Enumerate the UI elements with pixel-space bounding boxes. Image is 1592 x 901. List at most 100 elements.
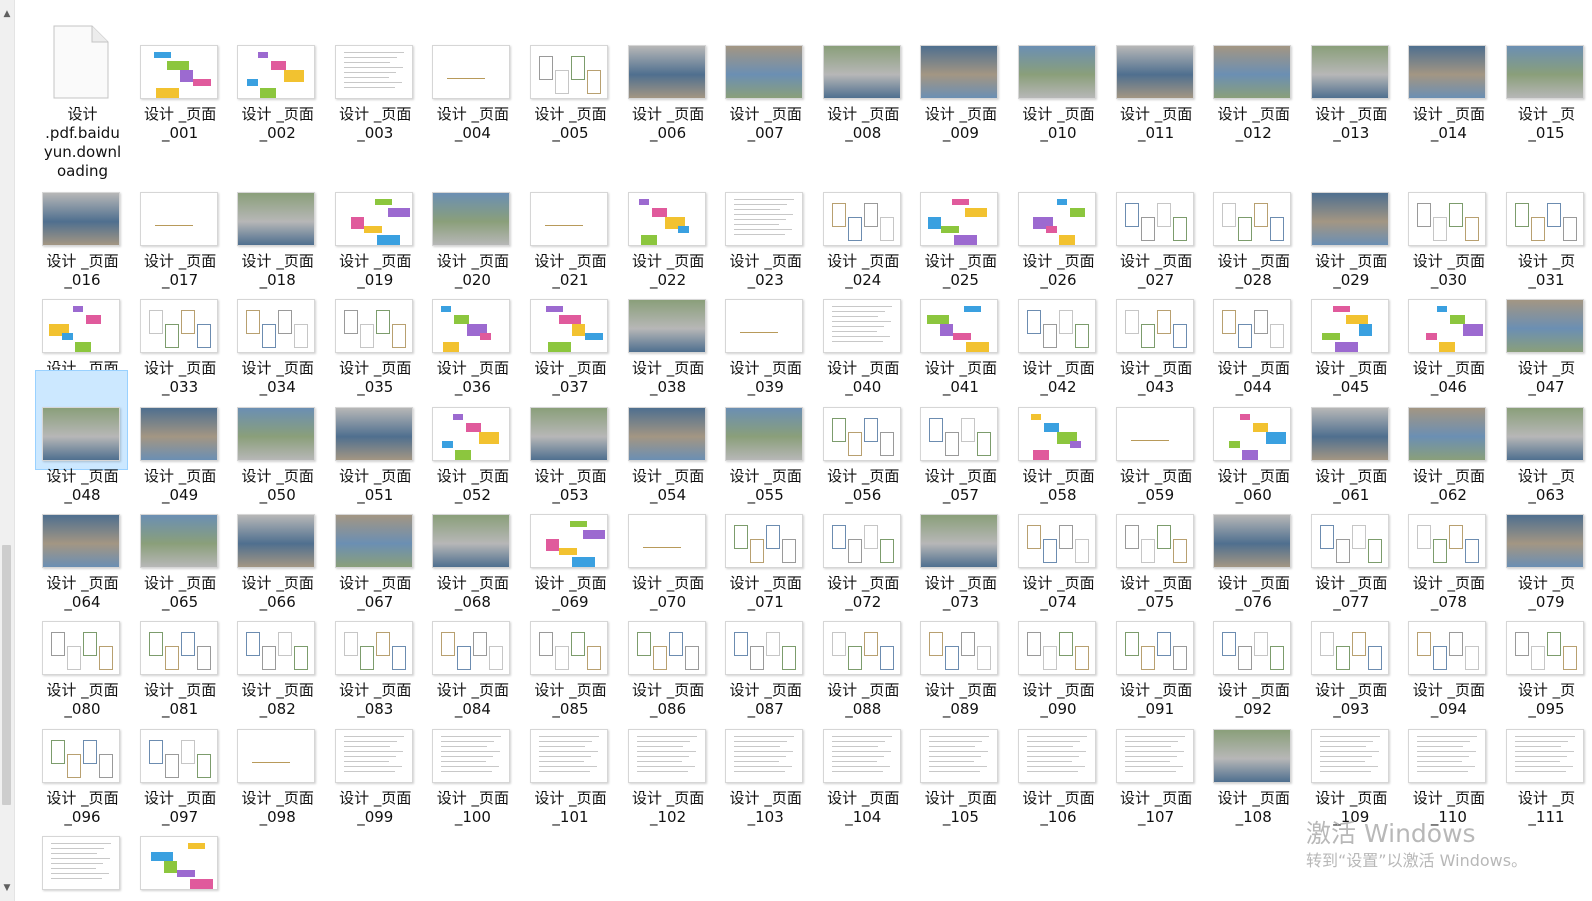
file-item[interactable]: 设计 _页面 _035 <box>328 262 421 396</box>
file-item[interactable]: 设计 _页面 _007 <box>718 8 811 142</box>
file-item[interactable]: 设计 _页面 _055 <box>718 370 811 504</box>
file-item[interactable]: 设计 _页面 _006 <box>621 8 714 142</box>
file-item[interactable]: 设计 _页面 _030 <box>1401 155 1494 289</box>
file-item[interactable]: 设计 _页面 _080 <box>35 584 128 718</box>
file-item[interactable]: 设计 _页面 _016 <box>35 155 128 289</box>
file-item[interactable]: 设计 _页面 _056 <box>816 370 909 504</box>
file-item[interactable]: 设计 _页 _111 <box>1499 692 1592 826</box>
file-item[interactable]: 设计 _页面 _081 <box>133 584 226 718</box>
file-item[interactable]: 设计 _页面 _049 <box>133 370 226 504</box>
file-item[interactable]: 设计 _页面 _103 <box>718 692 811 826</box>
file-item[interactable]: 设计 _页面 _001 <box>133 8 226 142</box>
file-item[interactable]: 设计 _页面 _075 <box>1109 477 1202 611</box>
file-item[interactable]: 设计 _页面 _102 <box>621 692 714 826</box>
file-item[interactable]: 设计 _页面 _096 <box>35 692 128 826</box>
file-item[interactable]: 设计 _页面 _023 <box>718 155 811 289</box>
file-item[interactable]: 设计 _页面 _051 <box>328 370 421 504</box>
file-item[interactable]: 设计 _页面 _062 <box>1401 370 1494 504</box>
file-item[interactable]: 设计 _页面 _105 <box>913 692 1006 826</box>
file-item[interactable]: 设计 _页面 _060 <box>1206 370 1299 504</box>
file-item[interactable]: 设计 _页面 _100 <box>425 692 518 826</box>
file-item[interactable]: 设计 _页面 _002 <box>230 8 323 142</box>
file-item[interactable]: 设计 _页面 _082 <box>230 584 323 718</box>
file-item[interactable]: 设计 _页面 _104 <box>816 692 909 826</box>
file-item[interactable]: 设计 _页面 _078 <box>1401 477 1494 611</box>
file-item[interactable]: 设计 _页面 _021 <box>523 155 616 289</box>
file-item[interactable]: 设计 _页面 _032 <box>35 262 128 396</box>
file-item[interactable]: 设计 _页面 _025 <box>913 155 1006 289</box>
file-item[interactable]: 设计 _页面 _109 <box>1304 692 1397 826</box>
file-item[interactable]: 设计 _页面 _059 <box>1109 370 1202 504</box>
file-item[interactable]: 设计 _页面 _070 <box>621 477 714 611</box>
file-item[interactable]: 设计 _页面 _098 <box>230 692 323 826</box>
file-item[interactable]: 设计 _页面 _064 <box>35 477 128 611</box>
file-item[interactable]: 设计 _页面 _008 <box>816 8 909 142</box>
file-item[interactable]: 设计 _页面 _053 <box>523 370 616 504</box>
file-item[interactable]: 设计 _页面 _041 <box>913 262 1006 396</box>
file-item[interactable]: 设计 .pdf.baidu yun.downl oading <box>35 8 128 180</box>
file-item[interactable]: 设计 _页面 _091 <box>1109 584 1202 718</box>
file-item[interactable]: 设计 _页面 _048 <box>35 369 128 504</box>
file-item[interactable]: 设计 _页面 _107 <box>1109 692 1202 826</box>
file-item[interactable]: 设计 _页面 _004 <box>425 8 518 142</box>
file-item[interactable]: 设计 _页面 _024 <box>816 155 909 289</box>
file-item[interactable]: 设计 _页 _095 <box>1499 584 1592 718</box>
file-item[interactable]: 设计 _页面 _026 <box>1011 155 1104 289</box>
file-item[interactable]: 设计 _页面 _037 <box>523 262 616 396</box>
scroll-down-arrow-icon[interactable]: ▼ <box>0 880 14 896</box>
vertical-scrollbar[interactable]: ▲ ▼ <box>0 0 15 901</box>
file-item[interactable]: 设计 _页面 _097 <box>133 692 226 826</box>
file-item[interactable]: 设计 _页 _015 <box>1499 8 1592 142</box>
file-item[interactable]: 设计 _页面 _057 <box>913 370 1006 504</box>
file-item[interactable]: 设计 _页面 _038 <box>621 262 714 396</box>
file-item[interactable]: 设计 _页面 _020 <box>425 155 518 289</box>
file-item[interactable]: 设计 _页面 _092 <box>1206 584 1299 718</box>
file-item[interactable]: 设计 _页面 _019 <box>328 155 421 289</box>
file-item[interactable]: 设计 _页面 _083 <box>328 584 421 718</box>
file-item[interactable]: 设计 _页面 _069 <box>523 477 616 611</box>
file-item[interactable]: 设计 _页面 _089 <box>913 584 1006 718</box>
file-item[interactable]: 设计 _页面 _012 <box>1206 8 1299 142</box>
file-item[interactable]: 设计 _页面 _005 <box>523 8 616 142</box>
file-item[interactable]: 设计 _页面 _058 <box>1011 370 1104 504</box>
file-item[interactable]: 设计 _页面 _039 <box>718 262 811 396</box>
file-item[interactable]: 设计 _页面 _029 <box>1304 155 1397 289</box>
file-item[interactable]: 设计 _页面 _090 <box>1011 584 1104 718</box>
file-item[interactable]: 设计 _页面 _017 <box>133 155 226 289</box>
file-item[interactable]: 设计 _页面 _061 <box>1304 370 1397 504</box>
file-item[interactable]: 设计 _页面 _084 <box>425 584 518 718</box>
file-item[interactable]: 设计 _页面 _088 <box>816 584 909 718</box>
file-item[interactable]: 设计 _页面 _050 <box>230 370 323 504</box>
file-item[interactable]: 设计 _页面 _013 <box>1304 8 1397 142</box>
file-item[interactable]: 设计 _页面 _018 <box>230 155 323 289</box>
file-item[interactable]: 设计 _页面 _027 <box>1109 155 1202 289</box>
file-item[interactable]: 设计 _页面 _094 <box>1401 584 1494 718</box>
file-item[interactable]: 设计 _页面 _106 <box>1011 692 1104 826</box>
scrollbar-thumb[interactable] <box>2 545 11 805</box>
file-item[interactable]: 设计 _页面 _046 <box>1401 262 1494 396</box>
file-item[interactable]: 设计 _页面 _072 <box>816 477 909 611</box>
file-item[interactable] <box>35 799 128 899</box>
file-item[interactable]: 设计 _页面 _011 <box>1109 8 1202 142</box>
file-item[interactable]: 设计 _页面 _068 <box>425 477 518 611</box>
file-item[interactable]: 设计 _页面 _093 <box>1304 584 1397 718</box>
file-item[interactable]: 设计 _页面 _099 <box>328 692 421 826</box>
file-item[interactable]: 设计 _页面 _076 <box>1206 477 1299 611</box>
file-item[interactable]: 设计 _页面 _073 <box>913 477 1006 611</box>
scroll-up-arrow-icon[interactable]: ▲ <box>0 6 14 22</box>
file-item[interactable]: 设计 _页面 _110 <box>1401 692 1494 826</box>
file-item[interactable]: 设计 _页面 _033 <box>133 262 226 396</box>
file-item[interactable]: 设计 _页面 _108 <box>1206 692 1299 826</box>
file-item[interactable]: 设计 _页面 _071 <box>718 477 811 611</box>
file-item[interactable]: 设计 _页面 _044 <box>1206 262 1299 396</box>
file-item[interactable]: 设计 _页面 _009 <box>913 8 1006 142</box>
file-item[interactable] <box>133 799 226 899</box>
file-item[interactable]: 设计 _页面 _022 <box>621 155 714 289</box>
file-item[interactable]: 设计 _页面 _065 <box>133 477 226 611</box>
file-item[interactable]: 设计 _页面 _036 <box>425 262 518 396</box>
file-item[interactable]: 设计 _页面 _077 <box>1304 477 1397 611</box>
file-item[interactable]: 设计 _页 _047 <box>1499 262 1592 396</box>
file-item[interactable]: 设计 _页面 _052 <box>425 370 518 504</box>
file-item[interactable]: 设计 _页面 _028 <box>1206 155 1299 289</box>
file-item[interactable]: 设计 _页面 _101 <box>523 692 616 826</box>
